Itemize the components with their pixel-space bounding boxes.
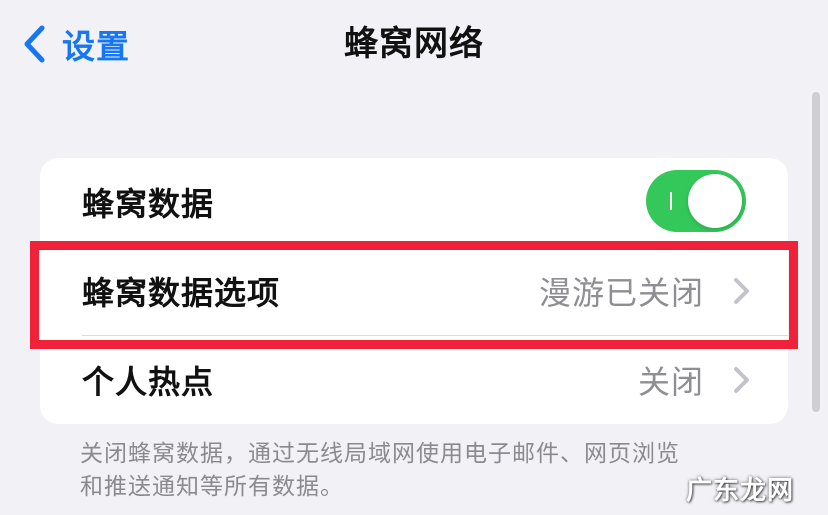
personal-hotspot-row[interactable]: 个人热点 关闭: [40, 336, 788, 424]
cellular-data-row: 蜂窝数据: [40, 158, 788, 246]
highlight-annotation: [30, 241, 798, 349]
page-title: 蜂窝网络: [344, 24, 484, 64]
personal-hotspot-label: 个人热点: [82, 363, 215, 401]
cellular-data-toggle[interactable]: [646, 170, 746, 232]
scrollbar[interactable]: [812, 92, 820, 412]
watermark: 广东龙网: [685, 476, 794, 506]
personal-hotspot-value: 关闭: [637, 363, 704, 401]
cellular-data-label: 蜂窝数据: [82, 185, 215, 223]
toggle-on-mark: [670, 192, 672, 210]
toggle-knob: [688, 174, 742, 228]
footer-note: 关闭蜂窝数据，通过无线局域网使用电子邮件、网页浏览和推送通知等所有数据。: [80, 441, 680, 500]
chevron-right-icon: [730, 366, 752, 394]
